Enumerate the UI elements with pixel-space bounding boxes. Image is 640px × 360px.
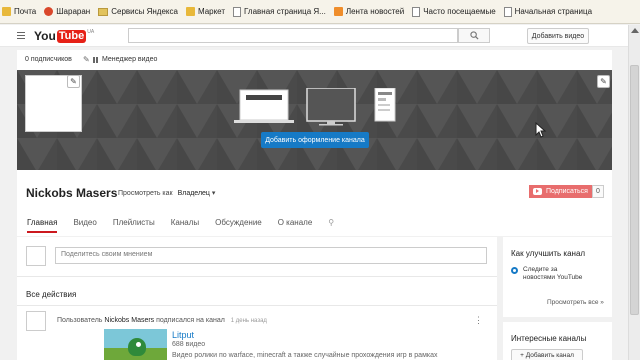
interesting-channels-panel: Интересные каналы + Добавить канал <box>503 322 612 360</box>
channel-topbar: 0 подписчиков ✎ Менеджер видео <box>17 50 612 70</box>
comment-row: Поделитесь своим мнением <box>17 237 497 277</box>
bookmark-label: Часто посещаемые <box>423 7 496 16</box>
mouse-cursor-icon <box>535 122 547 138</box>
tab-3[interactable]: Каналы <box>171 218 199 233</box>
bookmark-label: Почта <box>14 7 37 16</box>
comment-input[interactable]: Поделитесь своим мнением <box>55 247 487 264</box>
channel-tabs: Главная Видео Плейлисты Каналы Обсуждение О к… <box>27 218 334 233</box>
bookmark-label: Шараран <box>56 7 91 16</box>
add-channel-button[interactable]: + Добавить канал <box>511 349 583 360</box>
bookmark-item[interactable]: Главная страница Я... <box>231 0 332 24</box>
bookmarks-bar: Почта Шараран Сервисы Яндекса Маркет Главная… <box>0 0 640 24</box>
improve-item-text: Следите за новостями YouTube <box>523 266 583 281</box>
logo-you-text: You <box>34 29 56 43</box>
grid-icon <box>93 56 99 63</box>
user-avatar <box>26 246 46 266</box>
video-manager-link[interactable]: Менеджер видео <box>93 56 157 63</box>
scroll-thumb[interactable] <box>630 65 639 315</box>
youtube-logo[interactable]: You Tube UA <box>34 29 94 43</box>
avatar-edit-icon[interactable]: ✎ <box>67 75 80 88</box>
interesting-title: Интересные каналы <box>511 334 587 343</box>
search-button[interactable] <box>458 28 490 43</box>
improve-channel-panel: Как улучшить канал Следите за новостями … <box>503 237 612 317</box>
devices-illustration <box>234 88 396 126</box>
all-actions-title: Все действия <box>26 290 77 299</box>
activity-time: 1 день назад <box>230 318 267 324</box>
page-icon <box>503 6 512 17</box>
view-as-label: Просмотреть как <box>118 190 173 197</box>
subscribe-count: 0 <box>592 185 604 198</box>
edit-pencil-icon[interactable]: ✎ <box>83 55 90 64</box>
channel-thumbnail[interactable] <box>104 329 167 360</box>
bookmark-item[interactable]: Лента новостей <box>332 0 410 24</box>
logo-tube-text: Tube <box>56 29 87 43</box>
banner-edit-icon[interactable]: ✎ <box>597 75 610 88</box>
bookmark-item[interactable]: Почта <box>0 0 42 24</box>
search-input[interactable] <box>128 28 458 43</box>
page-scrollbar[interactable] <box>628 25 640 360</box>
tab-0[interactable]: Главная <box>27 218 58 233</box>
subscribe-label: Подписаться <box>546 188 588 195</box>
activity-user[interactable]: Nickobs Masers <box>104 317 154 324</box>
bookmark-item[interactable]: Маркет <box>184 0 231 24</box>
tab-1[interactable]: Видео <box>73 218 96 233</box>
bookmark-item[interactable]: Шараран <box>42 0 96 24</box>
video-manager-label: Менеджер видео <box>102 56 158 63</box>
bookmark-label: Главная страница Я... <box>244 7 326 16</box>
channel-name: Nickobs Masers <box>26 186 118 200</box>
youtube-play-icon <box>533 188 542 195</box>
search-icon <box>469 31 479 40</box>
thumb-figure <box>128 338 146 356</box>
bookmark-item[interactable]: Начальная страница <box>502 0 598 24</box>
view-all-link[interactable]: Просмотреть все » <box>547 299 604 306</box>
tab-2[interactable]: Плейлисты <box>113 218 155 233</box>
scroll-up-icon[interactable] <box>631 28 639 33</box>
bookmark-label: Сервисы Яндекса <box>111 7 178 16</box>
subscribe-main[interactable]: Подписаться <box>529 185 592 198</box>
view-as-selector[interactable]: Просмотреть как Владелец ▾ <box>118 189 215 197</box>
thumb-eye <box>136 342 141 347</box>
subscribed-channel-description: Видео ролики по warface, minecraft а так… <box>172 352 438 359</box>
activity-text: Пользователь Nickobs Masers подписался н… <box>57 317 267 324</box>
subscribed-channel-video-count: 688 видео <box>172 341 206 348</box>
site-icon <box>44 7 54 16</box>
more-options-icon[interactable]: ⋮ <box>474 315 483 326</box>
folder-icon <box>98 7 109 16</box>
rss-icon <box>333 7 343 16</box>
bookmark-item[interactable]: Часто посещаемые <box>410 0 501 24</box>
subscriber-count: 0 подписчиков <box>25 56 72 63</box>
add-channel-art-button[interactable]: Добавить оформление канала <box>261 132 369 148</box>
bookmark-item[interactable]: Сервисы Яндекса <box>96 0 184 24</box>
youtube-header: You Tube UA Добавить видео <box>0 25 640 47</box>
radio-icon <box>511 267 518 274</box>
yandex-mail-icon <box>2 7 11 16</box>
upload-video-button[interactable]: Добавить видео <box>527 28 589 44</box>
improve-title: Как улучшить канал <box>511 249 586 258</box>
subscribe-button[interactable]: Подписаться 0 <box>529 185 604 198</box>
channel-search-icon[interactable]: ⚲ <box>328 218 334 233</box>
dropdown-arrow-icon: ▾ <box>211 190 216 197</box>
improve-item[interactable]: Следите за новостями YouTube <box>511 266 583 282</box>
channel-banner: ✎ Добавить оформление канала ✎ <box>17 70 612 170</box>
bookmark-label: Начальная страница <box>514 7 593 16</box>
bookmark-label: Лента новостей <box>345 7 405 16</box>
page-icon <box>233 6 242 17</box>
bookmark-label: Маркет <box>197 7 226 16</box>
subscribed-channel-title[interactable]: Litput <box>172 330 194 340</box>
tab-4[interactable]: Обсуждение <box>215 218 262 233</box>
channel-header: Nickobs Masers Просмотреть как Владелец … <box>17 170 612 236</box>
activity-prefix: Пользователь <box>57 317 103 324</box>
market-icon <box>185 7 195 16</box>
feed-panel: Поделитесь своим мнением Все действия По… <box>17 237 497 360</box>
activity-avatar <box>26 311 46 331</box>
divider <box>17 305 497 306</box>
view-as-value: Владелец <box>177 190 210 197</box>
menu-icon[interactable] <box>17 32 25 39</box>
page-icon <box>412 6 421 17</box>
activity-action: подписался на канал <box>156 317 225 324</box>
logo-region: UA <box>87 29 95 35</box>
tab-5[interactable]: О канале <box>278 218 313 233</box>
